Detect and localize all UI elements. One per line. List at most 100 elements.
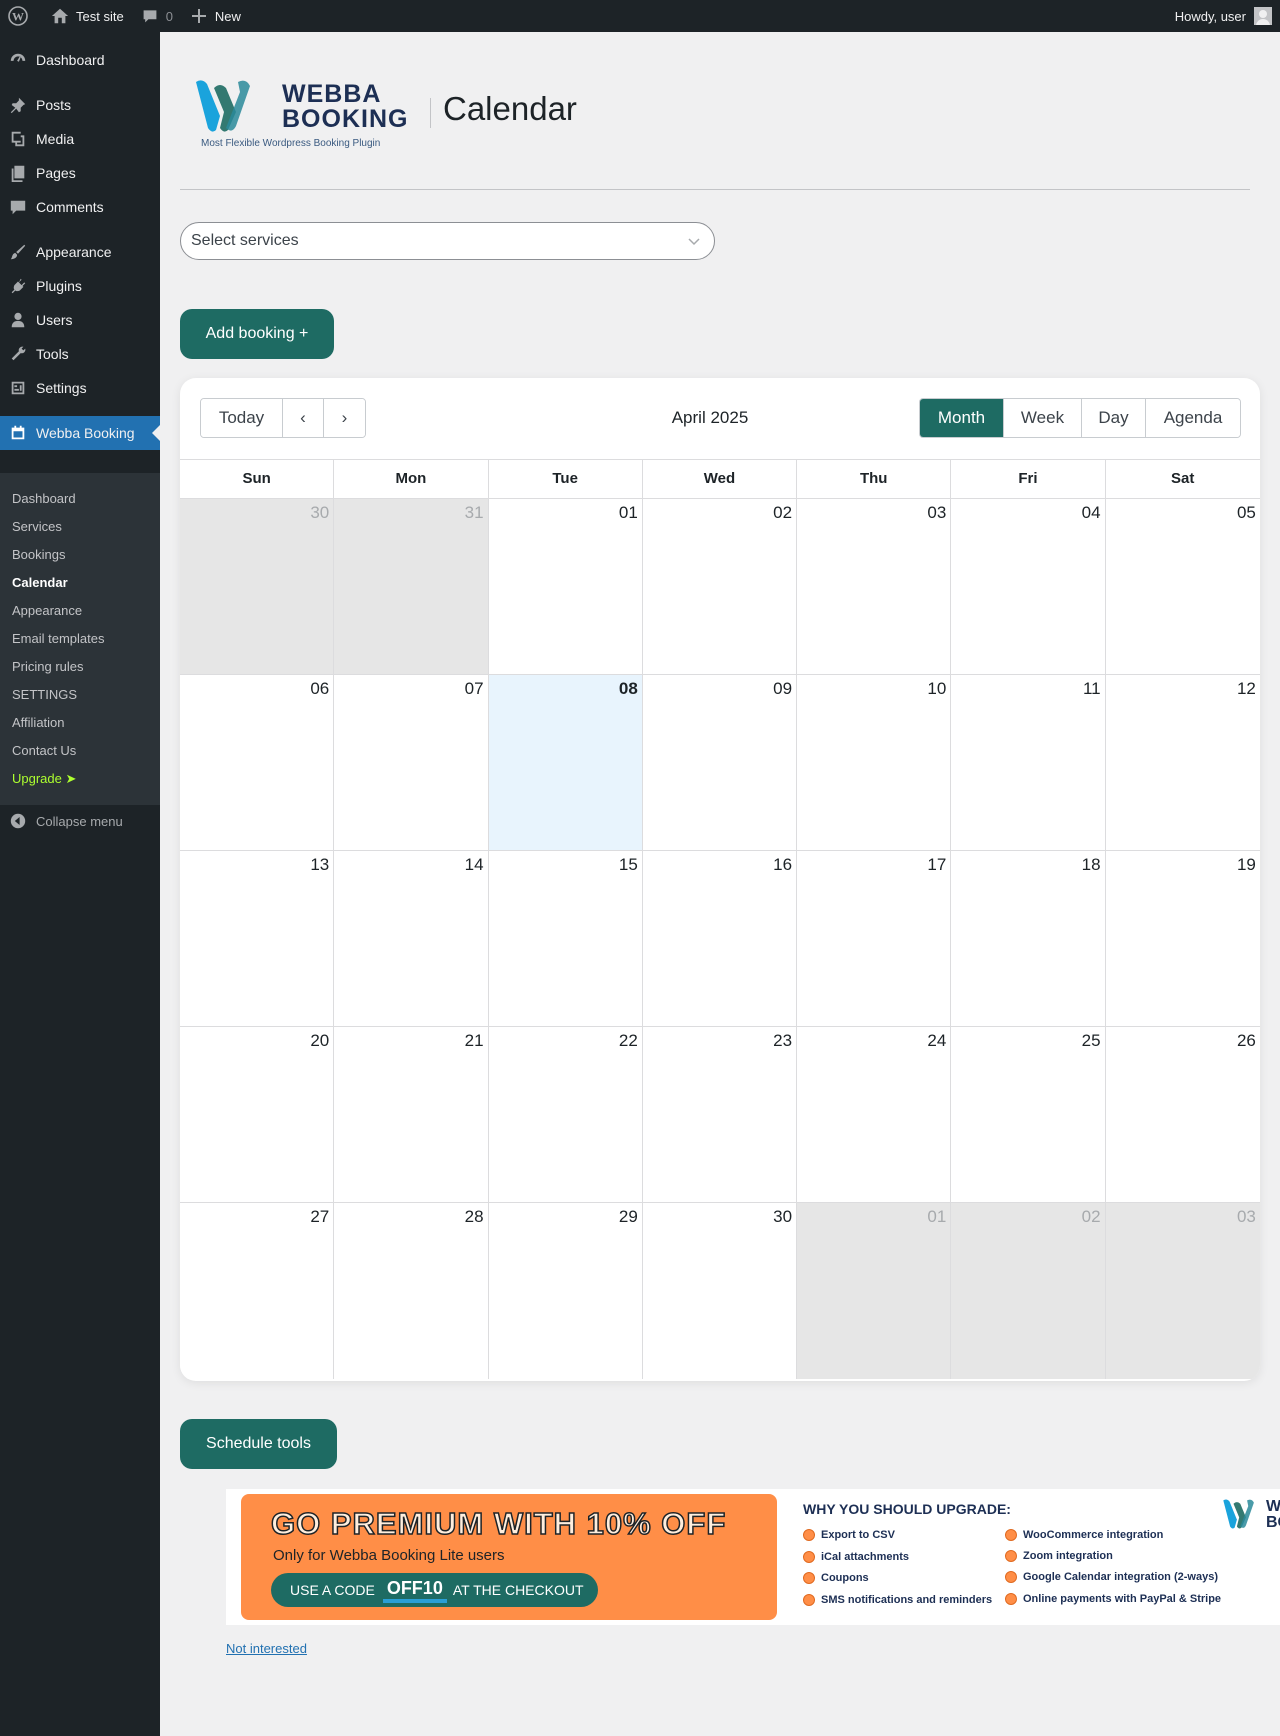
day-cell[interactable]: 28 — [334, 1203, 489, 1379]
menu-users[interactable]: Users — [0, 303, 160, 337]
menu-dashboard[interactable]: Dashboard — [0, 43, 160, 77]
comment-icon — [0, 198, 36, 216]
day-cell-today[interactable]: 08 — [488, 675, 643, 850]
day-number: 28 — [464, 1207, 484, 1226]
day-cell[interactable]: 31 — [334, 499, 489, 674]
menu-pages[interactable]: Pages — [0, 156, 160, 190]
day-cell[interactable]: 25 — [951, 1027, 1106, 1202]
menu-label: Plugins — [36, 278, 82, 294]
day-cell[interactable]: 14 — [334, 851, 489, 1026]
day-cell[interactable]: 01 — [488, 499, 643, 674]
prev-button[interactable]: ‹ — [283, 399, 324, 437]
weekday-sun: Sun — [180, 460, 335, 498]
day-cell[interactable]: 26 — [1105, 1027, 1260, 1202]
day-number: 30 — [773, 1207, 793, 1226]
not-interested-link[interactable]: Not interested — [226, 1641, 307, 1656]
day-cell[interactable]: 02 — [642, 499, 798, 674]
view-week-button[interactable]: Week — [1004, 399, 1082, 437]
feature-label: Zoom integration — [1023, 1550, 1113, 1562]
add-booking-button[interactable]: Add booking + — [180, 309, 334, 359]
day-cell[interactable]: 17 — [797, 851, 952, 1026]
day-cell[interactable]: 19 — [1105, 851, 1260, 1026]
avatar — [1254, 7, 1272, 25]
submenu-appearance[interactable]: Appearance — [12, 603, 82, 618]
submenu-dashboard[interactable]: Dashboard — [12, 491, 76, 506]
calendar-week-row: 20 21 22 23 24 25 26 — [180, 1027, 1260, 1203]
submenu-pricing-rules[interactable]: Pricing rules — [12, 659, 84, 674]
day-cell[interactable]: 12 — [1105, 675, 1260, 850]
logo-wordmark: WEBBA BOOKING — [282, 82, 408, 132]
submenu-services[interactable]: Services — [12, 519, 62, 534]
day-cell[interactable]: 13 — [180, 851, 335, 1026]
day-cell[interactable]: 05 — [1105, 499, 1260, 674]
comments-count: 0 — [165, 8, 173, 24]
day-cell[interactable]: 09 — [642, 675, 798, 850]
day-cell[interactable]: 15 — [488, 851, 643, 1026]
day-cell[interactable]: 06 — [180, 675, 335, 850]
menu-settings[interactable]: Settings — [0, 371, 160, 405]
submenu-affiliation[interactable]: Affiliation — [12, 715, 65, 730]
day-cell[interactable]: 29 — [488, 1203, 643, 1379]
day-cell[interactable]: 18 — [951, 851, 1106, 1026]
new-content-link[interactable]: New — [181, 0, 249, 32]
day-cell[interactable]: 03 — [797, 499, 952, 674]
view-month-button[interactable]: Month — [920, 399, 1004, 437]
menu-label: Settings — [36, 380, 87, 396]
day-cell[interactable]: 30 — [180, 499, 335, 674]
menu-tools[interactable]: Tools — [0, 337, 160, 371]
feature-item: Zoom integration — [1005, 1550, 1113, 1562]
menu-comments[interactable]: Comments — [0, 190, 160, 224]
menu-webba-booking[interactable]: Webba Booking — [0, 416, 160, 450]
submenu-email-templates[interactable]: Email templates — [12, 631, 104, 646]
bullet-icon — [1005, 1550, 1017, 1562]
menu-media[interactable]: Media — [0, 122, 160, 156]
wordpress-logo[interactable]: W — [0, 0, 42, 32]
submenu-settings[interactable]: SETTINGS — [12, 687, 77, 702]
day-number: 17 — [927, 855, 947, 874]
menu-plugins[interactable]: Plugins — [0, 269, 160, 303]
submenu-upgrade[interactable]: Upgrade ➤ — [12, 771, 76, 787]
day-cell[interactable]: 11 — [951, 675, 1106, 850]
day-cell[interactable]: 22 — [488, 1027, 643, 1202]
day-cell[interactable]: 10 — [797, 675, 952, 850]
day-cell[interactable]: 27 — [180, 1203, 335, 1379]
premium-promo-banner[interactable]: GO PREMIUM WITH 10% OFF Only for Webba B… — [226, 1489, 1280, 1625]
feature-item: WooCommerce integration — [1005, 1529, 1163, 1541]
today-button[interactable]: Today — [201, 399, 283, 437]
calendar-period-label: April 2025 — [671, 408, 749, 427]
menu-appearance[interactable]: Appearance — [0, 235, 160, 269]
user-icon — [0, 311, 36, 329]
view-day-button[interactable]: Day — [1082, 399, 1146, 437]
day-cell[interactable]: 16 — [642, 851, 798, 1026]
comments-link[interactable]: 0 — [132, 0, 181, 32]
day-cell[interactable]: 07 — [334, 675, 489, 850]
submenu-contact-us[interactable]: Contact Us — [12, 743, 76, 758]
bullet-icon — [1005, 1593, 1017, 1605]
services-select[interactable]: Select services — [180, 222, 715, 260]
day-cell[interactable]: 24 — [797, 1027, 952, 1202]
next-button[interactable]: › — [324, 399, 365, 437]
schedule-tools-button[interactable]: Schedule tools — [180, 1419, 337, 1469]
home-icon — [50, 6, 70, 26]
feature-label: Online payments with PayPal & Stripe — [1023, 1593, 1222, 1605]
my-account[interactable]: Howdy, user — [1175, 7, 1280, 25]
day-cell[interactable]: 04 — [951, 499, 1106, 674]
day-cell[interactable]: 02 — [951, 1203, 1106, 1379]
feature-label: WooCommerce integration — [1023, 1529, 1164, 1541]
promo-subline: Only for Webba Booking Lite users — [273, 1547, 505, 1564]
site-name-link[interactable]: Test site — [42, 0, 132, 32]
collapse-menu-button[interactable]: Collapse menu — [0, 808, 123, 834]
day-cell[interactable]: 21 — [334, 1027, 489, 1202]
submenu-calendar[interactable]: Calendar — [12, 575, 68, 590]
menu-posts[interactable]: Posts — [0, 88, 160, 122]
menu-label: Tools — [36, 346, 69, 362]
day-cell[interactable]: 23 — [642, 1027, 798, 1202]
day-cell[interactable]: 20 — [180, 1027, 335, 1202]
day-number: 30 — [310, 503, 330, 522]
submenu-bookings[interactable]: Bookings — [12, 547, 65, 562]
view-agenda-button[interactable]: Agenda — [1146, 399, 1240, 437]
day-cell[interactable]: 03 — [1105, 1203, 1260, 1379]
day-cell[interactable]: 01 — [797, 1203, 952, 1379]
day-cell[interactable]: 30 — [642, 1203, 798, 1379]
feature-label: iCal attachments — [821, 1551, 910, 1563]
